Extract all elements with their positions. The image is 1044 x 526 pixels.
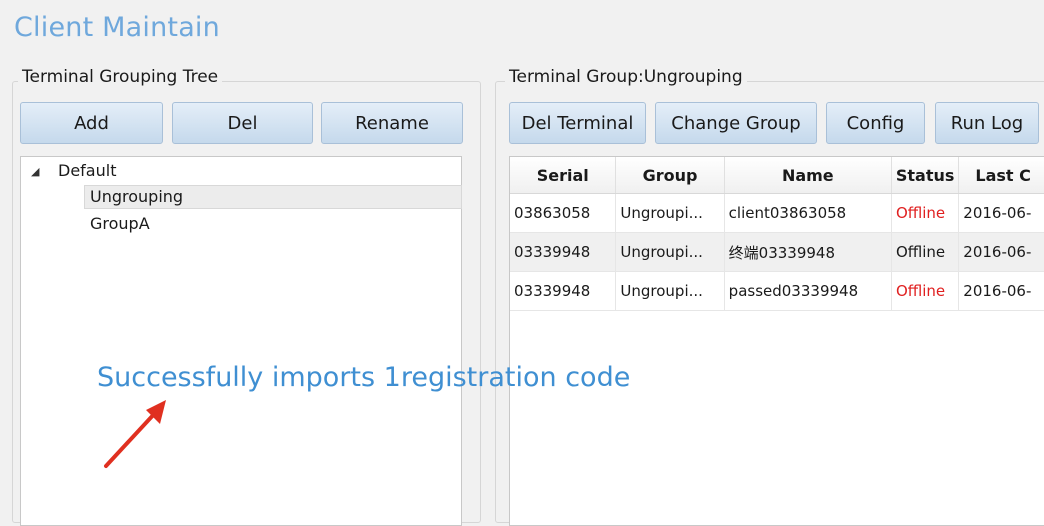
cell-status: Offline: [891, 232, 960, 272]
tree-expand-icon[interactable]: ◢: [31, 165, 39, 178]
cell-last-connect: 2016-06-: [958, 193, 1044, 233]
table-row[interactable]: 03863058 Ungroupi... client03863058 Offl…: [510, 193, 1044, 233]
import-success-message: Successfully imports 1registration code: [97, 362, 631, 393]
cell-group: Ungroupi...: [615, 271, 725, 311]
group-tree[interactable]: ◢ Default Ungrouping GroupA: [20, 156, 462, 526]
cell-name: client03863058: [724, 193, 892, 233]
grouping-tree-legend: Terminal Grouping Tree: [18, 67, 223, 87]
cell-status: Offline: [891, 193, 960, 233]
run-log-button[interactable]: Run Log: [935, 102, 1039, 144]
page-title: Client Maintain: [14, 12, 220, 43]
tree-node-ungrouping[interactable]: Ungrouping: [90, 187, 183, 206]
cell-last-connect: 2016-06-: [958, 232, 1044, 272]
cell-group: Ungroupi...: [615, 193, 725, 233]
cell-serial: 03339948: [510, 232, 617, 272]
add-button[interactable]: Add: [20, 102, 163, 144]
cell-serial: 03339948: [510, 271, 617, 311]
del-terminal-button[interactable]: Del Terminal: [509, 102, 646, 144]
table-row[interactable]: 03339948 Ungroupi... 终端03339948 Offline …: [510, 232, 1044, 272]
col-header-last-connect[interactable]: Last C: [958, 157, 1044, 194]
tree-node-groupa[interactable]: GroupA: [90, 214, 150, 233]
cell-group: Ungroupi...: [615, 232, 725, 272]
col-header-serial[interactable]: Serial: [510, 157, 617, 194]
cell-status: Offline: [891, 271, 960, 311]
cell-last-connect: 2016-06-: [958, 271, 1044, 311]
tree-node-default[interactable]: Default: [58, 161, 116, 180]
col-header-group[interactable]: Group: [615, 157, 725, 194]
table-row[interactable]: 03339948 Ungroupi... passed03339948 Offl…: [510, 271, 1044, 311]
cell-name: 终端03339948: [724, 232, 892, 272]
config-button[interactable]: Config: [826, 102, 925, 144]
del-button[interactable]: Del: [172, 102, 313, 144]
terminal-group-legend: Terminal Group:Ungrouping: [505, 67, 747, 87]
terminal-table: Serial Group Name Status Last C 03863058…: [509, 156, 1044, 526]
col-header-name[interactable]: Name: [724, 157, 892, 194]
rename-button[interactable]: Rename: [321, 102, 463, 144]
col-header-status[interactable]: Status: [891, 157, 960, 194]
change-group-button[interactable]: Change Group: [655, 102, 817, 144]
cell-serial: 03863058: [510, 193, 617, 233]
annotation-arrow-icon: [104, 400, 166, 468]
cell-name: passed03339948: [724, 271, 892, 311]
